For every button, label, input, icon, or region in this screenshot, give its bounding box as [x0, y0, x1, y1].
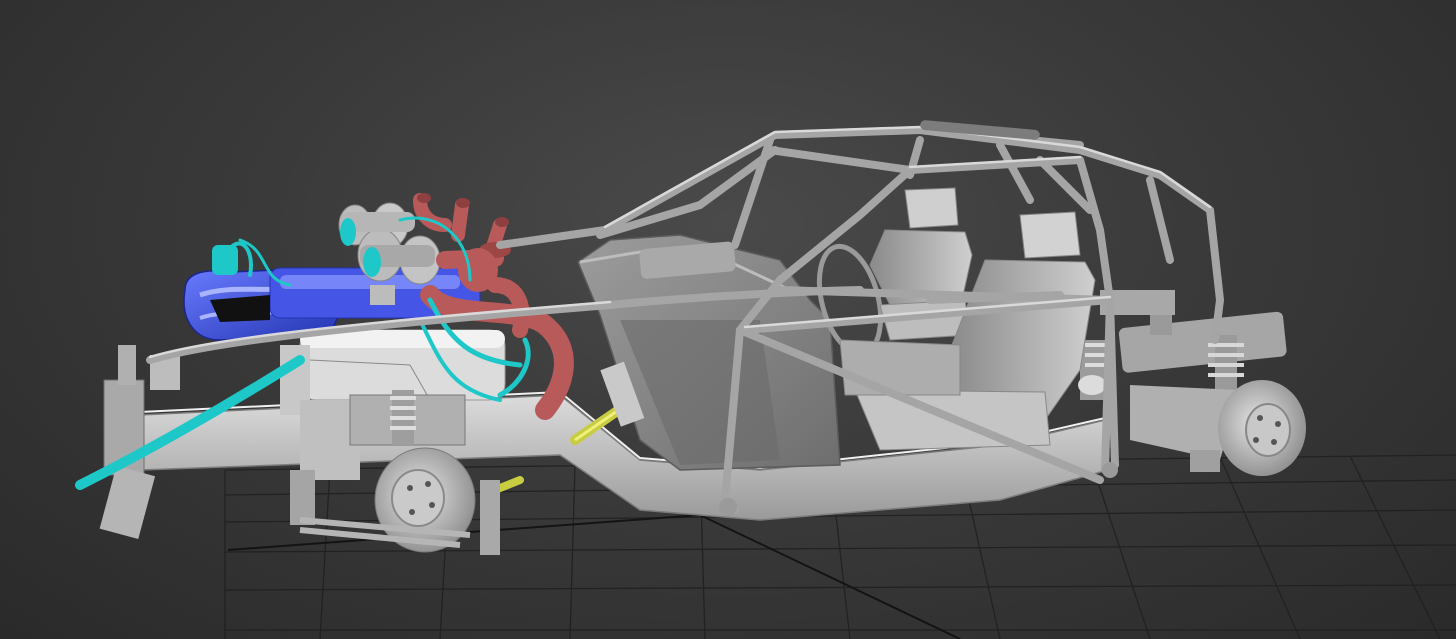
viewport-scene[interactable] — [0, 0, 1456, 639]
3d-viewport[interactable] — [0, 0, 1456, 639]
